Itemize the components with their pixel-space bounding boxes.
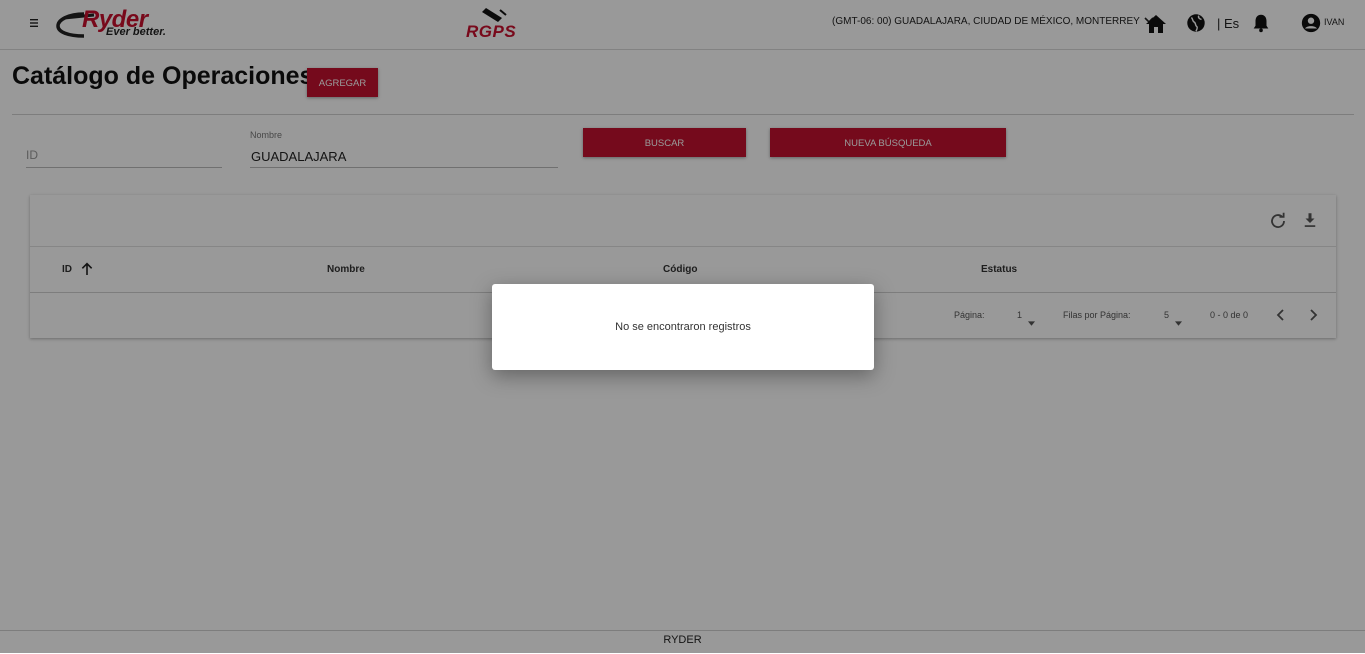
dialog-message: No se encontraron registros: [615, 321, 751, 333]
no-records-dialog: No se encontraron registros: [492, 284, 874, 370]
